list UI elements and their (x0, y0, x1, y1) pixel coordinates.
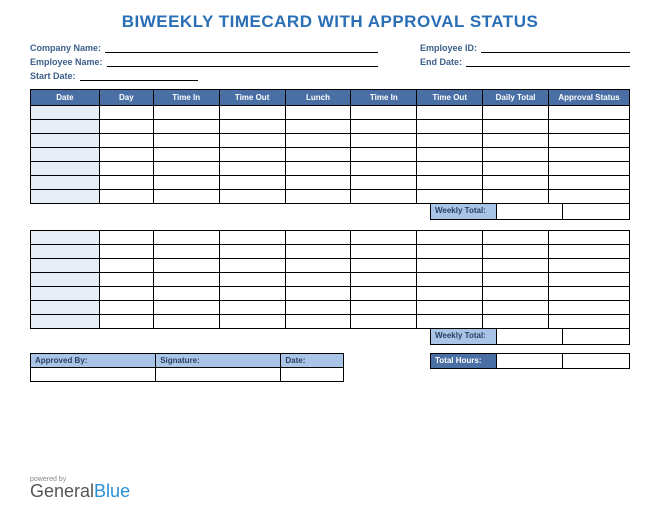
weekly-total-label-2: Weekly Total: (430, 329, 497, 345)
col-time-out2: Time Out (417, 90, 483, 106)
start-date-field[interactable] (80, 70, 198, 81)
col-time-in: Time In (153, 90, 219, 106)
brand-logo: GeneralBlue (30, 481, 130, 502)
weekly-total-row-1: Weekly Total: (30, 204, 630, 220)
signature-label: Signature: (156, 354, 281, 368)
total-hours-box: Total Hours: (430, 353, 630, 369)
total-hours-value-a[interactable] (497, 353, 564, 369)
approval-date-field[interactable] (281, 368, 344, 382)
table-row (31, 176, 630, 190)
table-row (31, 148, 630, 162)
col-date: Date (31, 90, 100, 106)
employee-id-field[interactable] (481, 42, 630, 53)
table-row (31, 301, 630, 315)
employee-id-label: Employee ID: (420, 43, 481, 53)
table-row (31, 120, 630, 134)
col-day: Day (99, 90, 153, 106)
table-row (31, 245, 630, 259)
total-hours-label: Total Hours: (430, 353, 497, 369)
employee-name-field[interactable] (107, 56, 378, 67)
table-row (31, 287, 630, 301)
col-time-out: Time Out (219, 90, 285, 106)
approval-date-label: Date: (281, 354, 344, 368)
approved-by-label: Approved By: (31, 354, 156, 368)
end-date-field[interactable] (466, 56, 630, 67)
approval-table: Approved By: Signature: Date: (30, 353, 344, 382)
weekly-total-row-2: Weekly Total: (30, 329, 630, 345)
timecard-week2 (30, 230, 630, 329)
timecard-week1: Date Day Time In Time Out Lunch Time In … (30, 89, 630, 204)
table-row (31, 134, 630, 148)
col-approval-status: Approval Status (549, 90, 630, 106)
table-row (31, 315, 630, 329)
col-time-in2: Time In (351, 90, 417, 106)
table-row (31, 273, 630, 287)
footer: powered by GeneralBlue (30, 476, 130, 502)
col-lunch: Lunch (285, 90, 351, 106)
table-row (31, 162, 630, 176)
company-name-label: Company Name: (30, 43, 105, 53)
table-row (31, 106, 630, 120)
info-row-3: Start Date: (30, 70, 630, 81)
info-row-2: Employee Name: End Date: (30, 56, 630, 67)
start-date-label: Start Date: (30, 71, 80, 81)
weekly-total-value-2b[interactable] (563, 329, 630, 345)
company-name-field[interactable] (105, 42, 378, 53)
employee-name-label: Employee Name: (30, 57, 107, 67)
table-row (31, 190, 630, 204)
weekly-total-label-1: Weekly Total: (430, 204, 497, 220)
approved-by-field[interactable] (31, 368, 156, 382)
table-row (31, 231, 630, 245)
total-hours-value-b[interactable] (563, 353, 630, 369)
info-row-1: Company Name: Employee ID: (30, 42, 630, 53)
end-date-label: End Date: (420, 57, 466, 67)
weekly-total-value-1a[interactable] (497, 204, 564, 220)
weekly-total-value-1b[interactable] (563, 204, 630, 220)
weekly-total-value-2a[interactable] (497, 329, 564, 345)
col-daily-total: Daily Total (483, 90, 549, 106)
page-title: BIWEEKLY TIMECARD WITH APPROVAL STATUS (30, 12, 630, 32)
signature-field[interactable] (156, 368, 281, 382)
table-row (31, 259, 630, 273)
